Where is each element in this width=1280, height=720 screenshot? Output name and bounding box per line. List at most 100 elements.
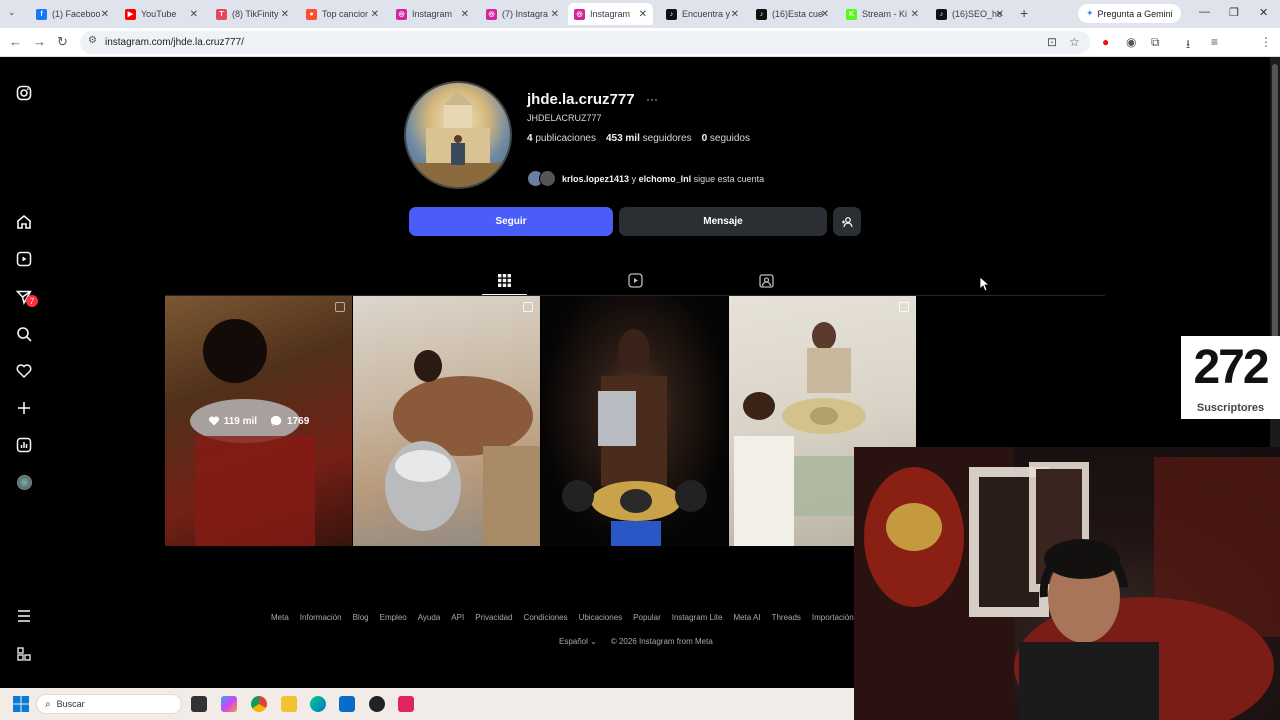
suggested-accounts-button[interactable] (833, 207, 861, 236)
gemini-label: Pregunta a Gemini (1097, 8, 1173, 19)
tab-favicon-icon: ◎ (574, 8, 585, 20)
file-explorer-icon[interactable] (281, 696, 297, 712)
tab-label: (7) Instagra (502, 9, 549, 19)
copilot-icon[interactable] (221, 696, 237, 712)
tab-label: Instagram (590, 9, 631, 19)
browser-tab[interactable]: K Stream - Ki ✕ (840, 3, 925, 25)
browser-tab[interactable]: ▶ YouTube ✕ (119, 3, 204, 25)
puzzle-extensions-icon[interactable]: ⧉ (1151, 35, 1160, 50)
install-icon[interactable]: ⊡ (1047, 35, 1057, 49)
reels-icon[interactable] (15, 250, 33, 268)
footer-link[interactable]: Condiciones (524, 613, 568, 622)
back-icon[interactable]: ← (9, 34, 22, 49)
tab-search-icon[interactable]: ⌄ (8, 7, 16, 18)
tab-close-icon[interactable]: ✕ (371, 9, 379, 20)
footer-link[interactable]: Popular (633, 613, 661, 622)
footer-link[interactable]: Ubicaciones (579, 613, 623, 622)
browser-tab[interactable]: ♪ (16)Esta cue ✕ (750, 3, 835, 25)
tab-tagged-icon[interactable] (756, 271, 776, 289)
follower-username: krlos.lopez1413 (562, 173, 630, 184)
edge-icon[interactable] (310, 696, 326, 712)
forward-icon[interactable]: → (33, 34, 46, 49)
tab-reels-icon[interactable] (625, 271, 645, 289)
browser-tab[interactable]: ● Top cancior ✕ (300, 3, 385, 25)
copyright: © 2026 Instagram from Meta (610, 637, 713, 646)
obs-icon[interactable] (369, 696, 385, 712)
tab-close-icon[interactable]: ✕ (101, 9, 109, 20)
browser-tab[interactable]: T (8) TikFinity ✕ (210, 3, 295, 25)
footer-link[interactable]: Instagram Lite (672, 613, 723, 622)
search-icon[interactable] (15, 325, 33, 343)
post-thumbnail[interactable]: 119 mil 1769 (165, 296, 352, 546)
footer-link[interactable]: Meta (271, 613, 289, 622)
scrollbar-thumb[interactable] (1272, 64, 1278, 364)
close-window-icon[interactable]: ✕ (1259, 6, 1268, 19)
tab-favicon-icon: f (36, 8, 47, 20)
create-plus-icon[interactable] (15, 399, 33, 417)
browser-tab[interactable]: ♪ Encuentra y ✕ (660, 3, 745, 25)
footer-link[interactable]: Empleo (380, 613, 407, 622)
new-tab-button[interactable]: + (1020, 5, 1028, 21)
footer-link[interactable]: Privacidad (475, 613, 512, 622)
task-view-icon[interactable] (191, 696, 207, 712)
reload-icon[interactable]: ↻ (57, 34, 68, 50)
url-text[interactable]: instagram.com/jhde.la.cruz777/ (105, 37, 244, 48)
tab-label: (16)Esta cue (772, 9, 824, 19)
browser-tab[interactable]: ◎ Instagram ✕ (568, 3, 653, 25)
browser-tab[interactable]: ♪ (16)SEO_ho ✕ (930, 3, 1010, 25)
footer-link[interactable]: API (451, 613, 464, 622)
tab-close-icon[interactable]: ✕ (551, 9, 559, 20)
tab-close-icon[interactable]: ✕ (911, 9, 919, 20)
hamburger-menu-icon[interactable] (15, 607, 33, 625)
browser-tab[interactable]: ◎ (7) Instagra ✕ (480, 3, 565, 25)
followed-by[interactable]: krlos.lopez1413 y elchomo_lnl sigue esta… (527, 170, 764, 187)
minimize-icon[interactable]: — (1199, 6, 1210, 18)
language-selector[interactable]: Español ⌄ (559, 637, 597, 646)
footer-link[interactable]: Threads (772, 613, 801, 622)
post-thumbnail[interactable] (541, 296, 728, 546)
more-options-icon[interactable]: ··· (646, 92, 658, 106)
tiktok-live-icon[interactable] (398, 696, 414, 712)
site-info-icon[interactable]: ⚙ (88, 35, 97, 46)
tab-close-icon[interactable]: ✕ (996, 9, 1004, 20)
message-button[interactable]: Mensaje (619, 207, 827, 236)
follow-button[interactable]: Seguir (409, 207, 613, 236)
tab-close-icon[interactable]: ✕ (731, 9, 739, 20)
instagram-logo-icon[interactable] (15, 84, 33, 102)
download-icon[interactable]: ⭳ (1186, 35, 1190, 56)
following-stat[interactable]: 0 seguidos (702, 133, 750, 144)
bookmark-star-icon[interactable]: ☆ (1069, 35, 1080, 49)
footer-link[interactable]: Meta AI (733, 613, 760, 622)
tab-close-icon[interactable]: ✕ (190, 9, 198, 20)
store-icon[interactable] (339, 696, 355, 712)
tab-favicon-icon: T (216, 8, 227, 20)
browser-tab[interactable]: f (1) Faceboo ✕ (30, 3, 115, 25)
footer-link[interactable]: Blog (353, 613, 369, 622)
footer-link[interactable]: Ayuda (418, 613, 441, 622)
profile-picture[interactable] (404, 81, 512, 189)
extension-icon[interactable]: ◉ (1126, 35, 1136, 49)
taskbar-search[interactable]: ⌕ Buscar (36, 694, 182, 714)
also-from-meta-icon[interactable] (15, 645, 33, 663)
tab-close-icon[interactable]: ✕ (281, 9, 289, 20)
gemini-button[interactable]: ✦ Pregunta a Gemini (1078, 4, 1181, 23)
browser-tab[interactable]: ◎ Instagram ✕ (390, 3, 475, 25)
tab-close-icon[interactable]: ✕ (821, 9, 829, 20)
opera-extension-icon[interactable]: ● (1102, 35, 1109, 49)
tab-posts-grid-icon[interactable] (494, 271, 514, 289)
tab-close-icon[interactable]: ✕ (639, 9, 647, 20)
menu-kebab-icon[interactable]: ⋮ (1260, 35, 1272, 49)
tab-favicon-icon: ♪ (666, 8, 677, 20)
footer-link[interactable]: Información (300, 613, 342, 622)
home-icon[interactable] (15, 213, 33, 231)
windows-start-icon[interactable] (13, 696, 29, 712)
profile-avatar-icon[interactable] (17, 475, 32, 490)
chrome-icon[interactable] (251, 696, 267, 712)
media-icon[interactable]: ≡ (1211, 35, 1218, 49)
dashboard-icon[interactable] (15, 436, 33, 454)
post-thumbnail[interactable] (353, 296, 540, 546)
tab-close-icon[interactable]: ✕ (461, 9, 469, 20)
heart-icon[interactable] (15, 362, 33, 380)
followers-stat[interactable]: 453 mil seguidores (606, 133, 692, 144)
restore-icon[interactable]: ❐ (1229, 6, 1239, 19)
